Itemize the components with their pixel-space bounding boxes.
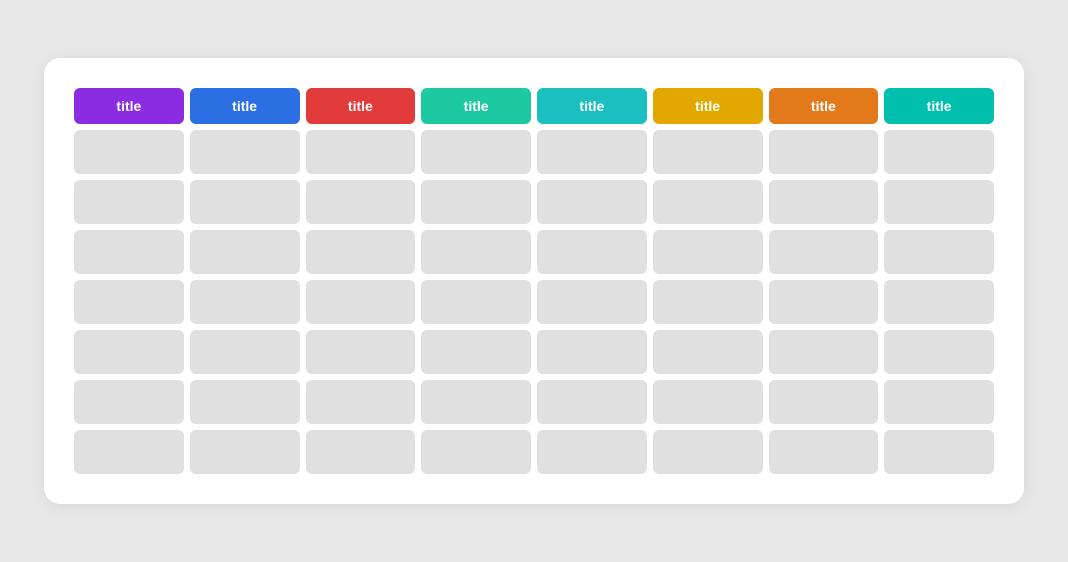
header-cell-4: title (421, 88, 531, 124)
data-cell-row2-col1 (74, 180, 184, 224)
data-cell-row5-col4 (421, 330, 531, 374)
data-cell-row7-col1 (74, 430, 184, 474)
header-cell-5: title (537, 88, 647, 124)
data-cell-row1-col6 (653, 130, 763, 174)
data-cell-row4-col3 (306, 280, 416, 324)
data-cell-row7-col4 (421, 430, 531, 474)
data-cell-row6-col6 (653, 380, 763, 424)
data-cell-row4-col4 (421, 280, 531, 324)
table-grid: titletitletitletitletitletitletitletitle (74, 88, 994, 474)
data-cell-row7-col8 (884, 430, 994, 474)
data-cell-row3-col6 (653, 230, 763, 274)
table-container: titletitletitletitletitletitletitletitle (74, 88, 994, 474)
data-cell-row4-col1 (74, 280, 184, 324)
data-cell-row6-col4 (421, 380, 531, 424)
header-cell-3: title (306, 88, 416, 124)
data-cell-row7-col5 (537, 430, 647, 474)
data-cell-row7-col2 (190, 430, 300, 474)
data-cell-row1-col2 (190, 130, 300, 174)
data-cell-row3-col8 (884, 230, 994, 274)
data-cell-row5-col3 (306, 330, 416, 374)
data-cell-row5-col2 (190, 330, 300, 374)
data-cell-row1-col3 (306, 130, 416, 174)
data-cell-row3-col7 (769, 230, 879, 274)
header-cell-7: title (769, 88, 879, 124)
data-cell-row7-col7 (769, 430, 879, 474)
data-cell-row5-col5 (537, 330, 647, 374)
data-cell-row5-col8 (884, 330, 994, 374)
data-cell-row6-col1 (74, 380, 184, 424)
data-cell-row3-col4 (421, 230, 531, 274)
header-cell-8: title (884, 88, 994, 124)
data-cell-row2-col5 (537, 180, 647, 224)
data-cell-row6-col3 (306, 380, 416, 424)
data-cell-row4-col2 (190, 280, 300, 324)
data-cell-row5-col1 (74, 330, 184, 374)
data-cell-row2-col4 (421, 180, 531, 224)
data-cell-row6-col8 (884, 380, 994, 424)
data-cell-row2-col3 (306, 180, 416, 224)
data-cell-row1-col8 (884, 130, 994, 174)
header-cell-1: title (74, 88, 184, 124)
data-cell-row4-col5 (537, 280, 647, 324)
data-cell-row3-col3 (306, 230, 416, 274)
data-cell-row2-col2 (190, 180, 300, 224)
data-cell-row1-col5 (537, 130, 647, 174)
data-cell-row5-col7 (769, 330, 879, 374)
header-cell-6: title (653, 88, 763, 124)
data-cell-row2-col7 (769, 180, 879, 224)
data-cell-row3-col5 (537, 230, 647, 274)
data-cell-row2-col6 (653, 180, 763, 224)
data-cell-row1-col7 (769, 130, 879, 174)
data-cell-row7-col3 (306, 430, 416, 474)
data-cell-row3-col2 (190, 230, 300, 274)
data-cell-row4-col7 (769, 280, 879, 324)
data-cell-row5-col6 (653, 330, 763, 374)
header-cell-2: title (190, 88, 300, 124)
main-card: titletitletitletitletitletitletitletitle (44, 58, 1024, 504)
data-cell-row1-col1 (74, 130, 184, 174)
data-cell-row6-col7 (769, 380, 879, 424)
data-cell-row6-col5 (537, 380, 647, 424)
data-cell-row2-col8 (884, 180, 994, 224)
data-cell-row4-col8 (884, 280, 994, 324)
data-cell-row1-col4 (421, 130, 531, 174)
data-cell-row6-col2 (190, 380, 300, 424)
data-cell-row3-col1 (74, 230, 184, 274)
data-cell-row4-col6 (653, 280, 763, 324)
data-cell-row7-col6 (653, 430, 763, 474)
